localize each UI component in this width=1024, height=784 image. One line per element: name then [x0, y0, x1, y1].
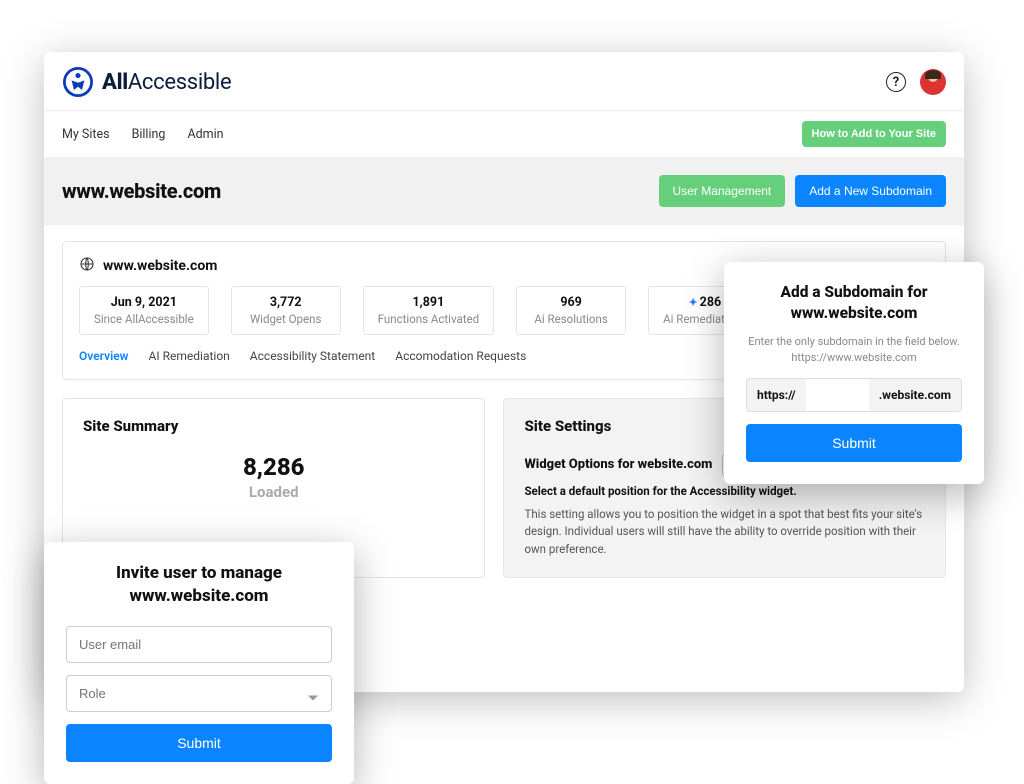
subdomain-suffix-label: .website.com [869, 379, 961, 411]
main-nav: My Sites Billing Admin How to Add to You… [44, 110, 964, 157]
tab-ai-remediation[interactable]: AI Remediation [149, 349, 230, 367]
add-subdomain-button[interactable]: Add a New Subdomain [795, 175, 946, 207]
subdomain-modal-title: Add a Subdomain for www.website.com [746, 282, 962, 324]
stat-card-widget-opens: 3,772 Widget Opens [231, 286, 341, 335]
site-domain-title: www.website.com [62, 179, 221, 203]
site-summary-title: Site Summary [83, 417, 464, 435]
avatar[interactable] [920, 69, 946, 95]
add-subdomain-modal: Add a Subdomain for www.website.com Ente… [724, 262, 984, 484]
summary-label: Loaded [83, 483, 464, 501]
brand-logo-icon [62, 66, 94, 98]
stat-card-since: Jun 9, 2021 Since AllAccessible [79, 286, 209, 335]
stat-card-ai-resolutions: 969 Ai Resolutions [516, 286, 626, 335]
globe-icon [79, 256, 95, 276]
user-management-button[interactable]: User Management [659, 175, 786, 207]
howto-button[interactable]: How to Add to Your Site [802, 121, 946, 147]
tab-accommodation-requests[interactable]: Accomodation Requests [395, 349, 526, 367]
subdomain-protocol-label: https:// [747, 379, 806, 411]
site-header: www.website.com User Management Add a Ne… [44, 157, 964, 225]
subdomain-url-row: https:// .website.com [746, 378, 962, 412]
invite-email-input[interactable] [66, 626, 332, 663]
brand-logo-text: AllAccessible [102, 70, 231, 95]
subdomain-submit-button[interactable]: Submit [746, 424, 962, 462]
subdomain-modal-hint: Enter the only subdomain in the field be… [746, 334, 962, 366]
nav-my-sites[interactable]: My Sites [62, 127, 110, 142]
brand-logo[interactable]: AllAccessible [62, 66, 231, 98]
widget-subhead: Select a default position for the Access… [524, 484, 925, 498]
invite-submit-button[interactable]: Submit [66, 724, 332, 762]
help-icon[interactable]: ? [886, 72, 906, 92]
summary-value: 8,286 [83, 453, 464, 481]
invite-modal-title: Invite user to manage www.website.com [66, 562, 332, 608]
nav-admin[interactable]: Admin [187, 127, 223, 142]
invite-user-modal: Invite user to manage www.website.com Su… [44, 542, 354, 784]
widget-desc: This setting allows you to position the … [524, 506, 925, 558]
widget-options-label: Widget Options for website.com [524, 457, 712, 472]
tab-accessibility-statement[interactable]: Accessibility Statement [250, 349, 375, 367]
stat-card-functions: 1,891 Functions Activated [363, 286, 494, 335]
subdomain-input[interactable] [806, 379, 869, 411]
nav-billing[interactable]: Billing [132, 127, 166, 142]
tab-overview[interactable]: Overview [79, 349, 129, 367]
invite-role-select[interactable] [66, 675, 332, 712]
topbar: AllAccessible ? [44, 52, 964, 110]
sparkle-icon: ✦ [688, 296, 697, 309]
